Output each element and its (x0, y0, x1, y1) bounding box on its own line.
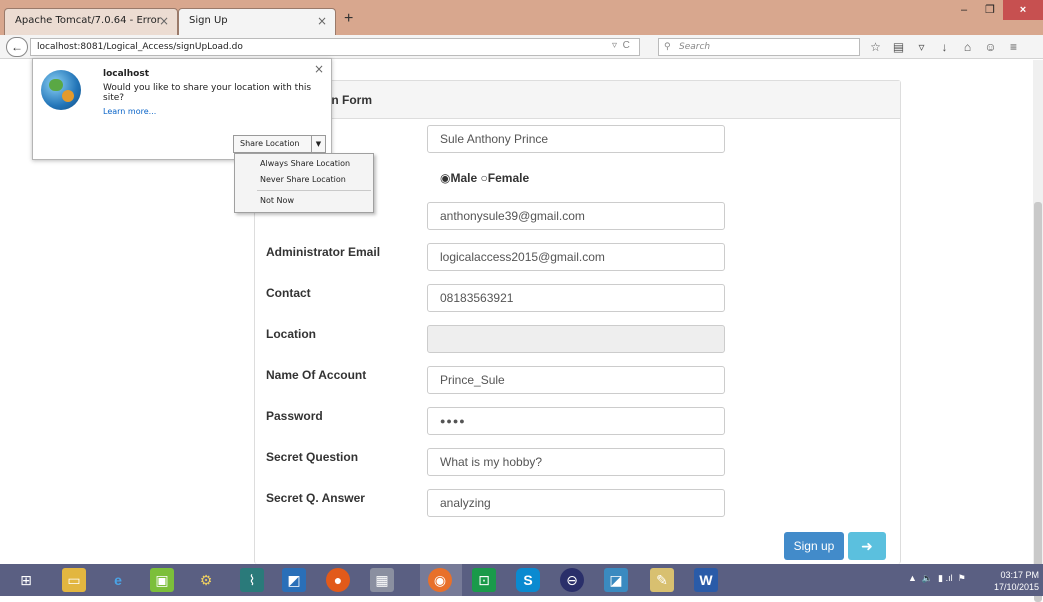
learn-more-link[interactable]: Learn more... (103, 107, 156, 116)
menu-divider (257, 190, 371, 191)
location-input (427, 325, 725, 353)
tab-tomcat-error[interactable]: Apache Tomcat/7.0.64 - Error ... × (4, 8, 178, 50)
panel-title: on Form (255, 81, 900, 119)
chat-icon[interactable]: ☺ (981, 38, 1000, 56)
tools-app-icon[interactable]: ⚙ (194, 568, 218, 592)
file-explorer-icon[interactable]: ▭ (62, 568, 86, 592)
start-windows-icon[interactable]: ⊞ (14, 568, 38, 592)
menu-item-never-share[interactable]: Never Share Location (260, 175, 346, 184)
app-icon-orange[interactable]: ● (326, 568, 350, 592)
secret-question-input[interactable]: What is my hobby? (427, 448, 725, 476)
password-input[interactable]: ●●●● (427, 407, 725, 435)
scrollbar[interactable] (1033, 60, 1043, 602)
share-location-menu: Always Share Location Never Share Locati… (234, 153, 374, 213)
contact-input[interactable]: 08183563921 (427, 284, 725, 312)
share-location-button[interactable]: Share Location (233, 135, 312, 153)
account-name-label: Name Of Account (266, 368, 367, 382)
back-arrow-icon: ← (11, 40, 23, 54)
reading-list-icon[interactable]: ▤ (889, 38, 908, 56)
scrollbar-thumb[interactable] (1034, 202, 1042, 602)
window-controls: – ❐ × (951, 0, 1043, 20)
sign-up-button[interactable]: Sign up (784, 532, 844, 560)
menu-item-always-share[interactable]: Always Share Location (260, 159, 350, 168)
geolocation-permission-popup: localhost Would you like to share your l… (32, 58, 332, 160)
home-icon[interactable]: ⌂ (958, 38, 977, 56)
notes-app-icon[interactable]: ✎ (650, 568, 674, 592)
clock[interactable]: 03:17 PM 17/10/2015 (994, 569, 1039, 593)
clock-time: 03:17 PM (1000, 570, 1039, 580)
popup-host: localhost (103, 69, 150, 79)
word-icon[interactable]: W (694, 568, 718, 592)
chevron-down-icon[interactable]: ▼ (311, 135, 326, 153)
close-icon[interactable]: × (314, 62, 324, 76)
close-window-button[interactable]: × (1003, 0, 1043, 20)
clock-date: 17/10/2015 (993, 582, 1039, 592)
navigation-bar: ← localhost:8081/Logical_Access/signUpLo… (0, 35, 1043, 59)
full-name-input[interactable]: Sule Anthony Prince (427, 125, 725, 153)
title-bar: Apache Tomcat/7.0.64 - Error ... × Sign … (0, 0, 1043, 50)
menu-item-not-now[interactable]: Not Now (260, 196, 294, 205)
eclipse-icon[interactable]: ⊖ (560, 568, 584, 592)
chart-app-icon[interactable]: ⌇ (240, 568, 264, 592)
account-name-input[interactable]: Prince_Sule (427, 366, 725, 394)
menu-icon[interactable]: ≡ (1004, 38, 1023, 56)
admin-email-label: Administrator Email (266, 245, 381, 259)
taskbar: ⊞ ▭ e ▣ ⚙ ⌇ ◩ ● ▦ ◉ ⊡ S ⊖ ◪ ✎ W ▲ 🔈 ▮ .ı… (0, 564, 1043, 596)
secret-question-label: Secret Question (266, 450, 359, 464)
firefox-icon[interactable]: ◉ (428, 568, 452, 592)
minimize-button[interactable]: – (951, 0, 977, 20)
search-icon: ⚲ (664, 42, 671, 52)
tab-close-icon[interactable]: × (159, 9, 169, 33)
editor-app-icon[interactable]: ◩ (282, 568, 306, 592)
tab-close-icon[interactable]: × (317, 9, 327, 33)
skype-icon[interactable]: S (516, 568, 540, 592)
location-label: Location (266, 327, 316, 341)
new-tab-button[interactable]: + (344, 10, 353, 28)
sign-in-icon[interactable]: ➜ (848, 532, 886, 560)
globe-icon (41, 70, 81, 110)
reload-icon[interactable]: ▿ C (612, 40, 630, 51)
gender-radio-group: ◉Male ○Female (440, 171, 530, 185)
male-radio[interactable]: ◉ (440, 171, 450, 185)
popup-message: Would you like to share your location wi… (103, 83, 312, 103)
toolbar-icons: ☆ ▤ ▿ ↓ ⌂ ☺ ≡ (866, 38, 1023, 56)
female-radio[interactable]: ○ (481, 171, 488, 185)
maximize-button[interactable]: ❐ (977, 0, 1003, 20)
url-text: localhost:8081/Logical_Access/signUpLoad… (37, 42, 243, 52)
admin-email-input[interactable]: logicalaccess2015@gmail.com (427, 243, 725, 271)
search-input[interactable]: ⚲ Search (658, 38, 860, 56)
tab-label: Sign Up (189, 15, 228, 26)
back-button[interactable]: ← (6, 37, 28, 57)
internet-explorer-icon[interactable]: e (106, 568, 130, 592)
password-label: Password (266, 409, 323, 423)
tab-sign-up[interactable]: Sign Up × (178, 8, 336, 35)
address-bar[interactable]: localhost:8081/Logical_Access/signUpLoad… (30, 38, 640, 56)
bookmark-star-icon[interactable]: ☆ (866, 38, 885, 56)
search-placeholder: Search (679, 42, 711, 52)
media-app-icon[interactable]: ▣ (150, 568, 174, 592)
store-app-icon[interactable]: ⊡ (472, 568, 496, 592)
secret-answer-label: Secret Q. Answer (266, 491, 365, 505)
download-icon[interactable]: ↓ (935, 38, 954, 56)
app-icon-grid[interactable]: ▦ (370, 568, 394, 592)
email-input[interactable]: anthonysule39@gmail.com (427, 202, 725, 230)
pocket-icon[interactable]: ▿ (912, 38, 931, 56)
paint-app-icon[interactable]: ◪ (604, 568, 628, 592)
contact-label: Contact (266, 286, 311, 300)
secret-answer-input[interactable]: analyzing (427, 489, 725, 517)
system-tray[interactable]: ▲ 🔈 ▮ .ıl ⚑ (908, 573, 966, 584)
